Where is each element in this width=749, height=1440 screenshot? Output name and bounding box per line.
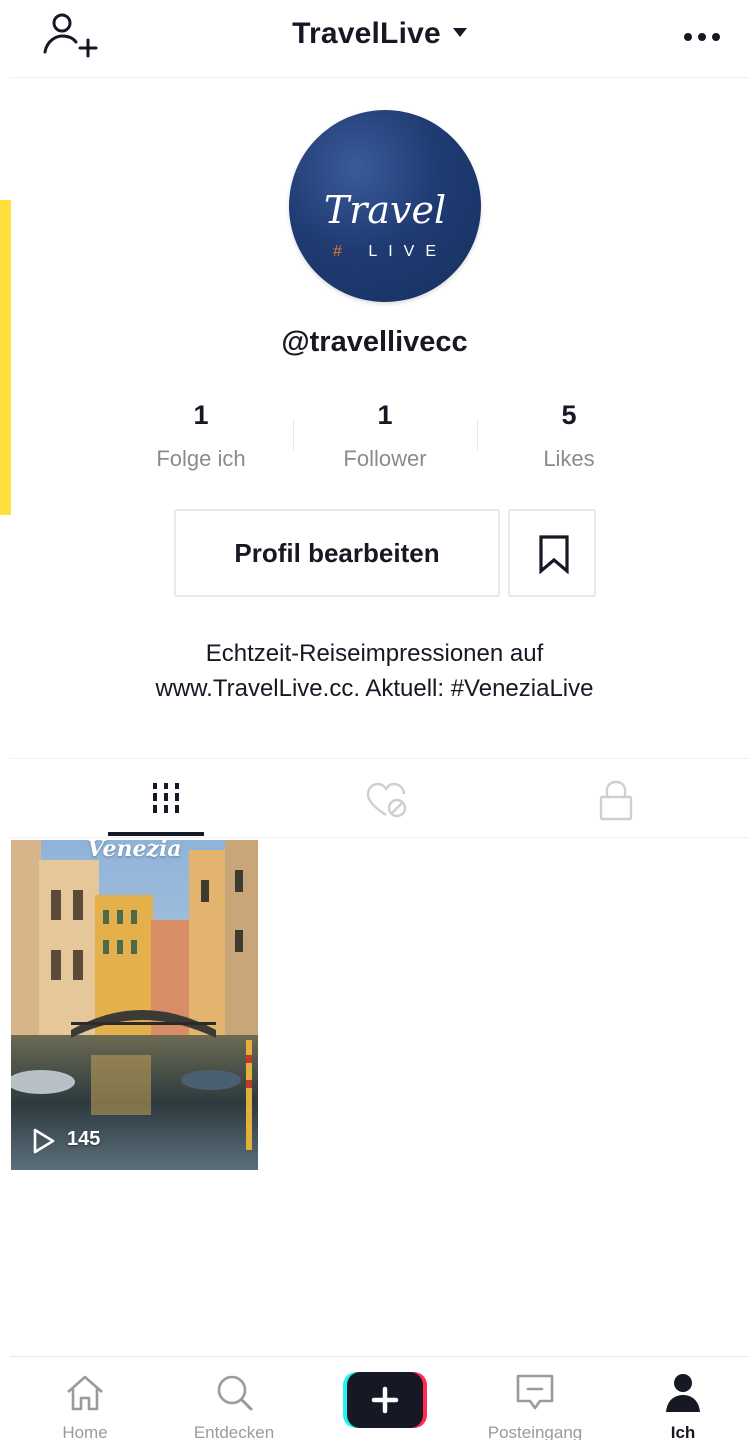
home-icon bbox=[67, 1375, 103, 1411]
avatar-logo-live-text: LIVE bbox=[368, 243, 448, 260]
search-icon bbox=[217, 1375, 253, 1411]
more-options-icon[interactable] bbox=[680, 22, 730, 52]
tab-videos[interactable] bbox=[120, 759, 216, 839]
username-handle: @travellivecc bbox=[281, 326, 468, 358]
nav-discover[interactable]: Entdecken bbox=[174, 1357, 294, 1440]
nav-me[interactable]: Ich bbox=[623, 1357, 743, 1440]
stat-following-label: Folge ich bbox=[156, 446, 246, 471]
active-tab-indicator bbox=[108, 832, 204, 836]
tab-private[interactable] bbox=[570, 759, 666, 839]
stat-likes-value: 5 bbox=[561, 400, 577, 430]
stat-following-value: 1 bbox=[193, 400, 209, 430]
avatar-logo-live: # LIVE bbox=[289, 243, 481, 261]
stat-followers-label: Follower bbox=[343, 446, 427, 471]
play-icon bbox=[33, 1128, 55, 1154]
account-switcher[interactable]: TravelLive bbox=[10, 17, 749, 51]
chevron-down-icon bbox=[452, 28, 467, 37]
stat-followers-value: 1 bbox=[377, 400, 393, 430]
nav-inbox-label: Posteingang bbox=[487, 1423, 583, 1440]
grid-icon bbox=[153, 783, 179, 813]
profile-icon bbox=[666, 1374, 700, 1412]
avatar-logo-script: Travel bbox=[323, 188, 447, 232]
venice-canal-image bbox=[11, 840, 258, 1170]
stat-divider bbox=[293, 420, 294, 450]
nav-inbox[interactable]: Posteingang bbox=[475, 1357, 595, 1440]
stat-likes-label: Likes bbox=[543, 446, 595, 471]
video-thumbnail[interactable]: Venezia 145 bbox=[11, 840, 258, 1170]
stat-likes[interactable]: 5 Likes bbox=[494, 398, 644, 472]
avatar[interactable]: Travel # LIVE bbox=[289, 110, 481, 302]
view-count-value: 145 bbox=[67, 1128, 101, 1150]
account-title: TravelLive bbox=[292, 17, 441, 50]
favorites-button[interactable] bbox=[508, 509, 596, 597]
nav-home-label: Home bbox=[62, 1423, 108, 1440]
bookmark-icon bbox=[539, 535, 569, 574]
create-post-button[interactable] bbox=[343, 1372, 427, 1428]
stat-followers[interactable]: 1 Follower bbox=[310, 398, 460, 472]
stat-divider bbox=[477, 420, 478, 450]
lock-icon bbox=[599, 780, 633, 821]
stat-following[interactable]: 1 Folge ich bbox=[126, 398, 276, 472]
edit-profile-button[interactable]: Profil bearbeiten bbox=[174, 509, 500, 597]
top-bar: TravelLive bbox=[10, 0, 749, 78]
inbox-icon bbox=[516, 1374, 554, 1410]
avatar-logo-hash: # bbox=[332, 243, 353, 260]
bio-line-2: www.TravelLive.cc. Aktuell: #VeneziaLive bbox=[155, 675, 594, 702]
tab-liked[interactable] bbox=[350, 759, 446, 839]
bio-line-1: Echtzeit-Reiseimpressionen auf bbox=[205, 640, 544, 667]
liked-hidden-icon bbox=[366, 782, 407, 818]
profile-bio: Echtzeit-Reiseimpressionen auf www.Trave… bbox=[0, 636, 749, 706]
nav-me-label: Ich bbox=[670, 1423, 696, 1440]
video-title-overlay: Venezia bbox=[87, 840, 182, 862]
nav-discover-label: Entdecken bbox=[193, 1423, 275, 1440]
nav-home[interactable]: Home bbox=[25, 1357, 145, 1440]
content-tabs bbox=[10, 758, 749, 838]
